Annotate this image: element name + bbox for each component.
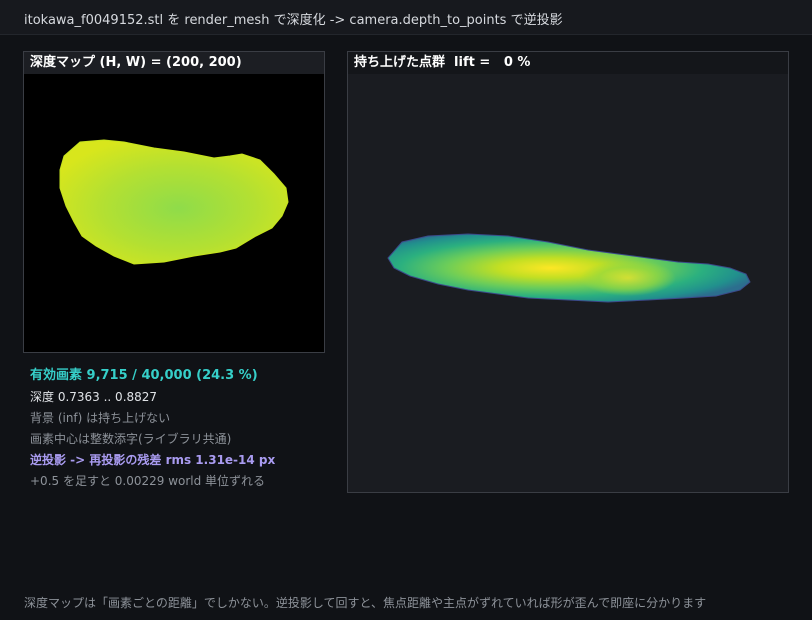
offset-note: +0.5 を足すと 0.00229 world 単位ずれる xyxy=(30,474,266,488)
window-title: itokawa_f0049152.stl を render_mesh で深度化 … xyxy=(24,13,563,28)
lift-label: 持ち上げた点群 lift = xyxy=(354,55,495,70)
title-bar: itokawa_f0049152.stl を render_mesh で深度化 … xyxy=(0,0,812,35)
background-note: 背景 (inf) は持ち上げない xyxy=(30,411,171,425)
point-cloud-view[interactable] xyxy=(348,52,788,492)
depth-map-label: 深度マップ (H, W) = (200, 200) xyxy=(24,52,324,74)
reprojection-residual-stat: 逆投影 -> 再投影の残差 rms 1.31e-14 px xyxy=(30,453,276,467)
valid-pixels-stat: 有効画素 9,715 / 40,000 (24.3 %) xyxy=(30,368,258,383)
depth-range-stat: 深度 0.7363 .. 0.8827 xyxy=(30,390,158,404)
point-cloud-label: 持ち上げた点群 lift = 0 % xyxy=(348,52,788,74)
pixel-center-note: 画素中心は整数添字(ライブラリ共通) xyxy=(30,432,232,446)
stats-panel: 有効画素 9,715 / 40,000 (24.3 %) 深度 0.7363 .… xyxy=(30,366,330,492)
point-cloud-highlight xyxy=(580,260,676,296)
depth-map-image xyxy=(24,52,324,352)
point-cloud-panel[interactable]: 持ち上げた点群 lift = 0 % xyxy=(347,51,789,493)
lift-value: 0 % xyxy=(494,55,531,70)
depth-map-panel: 深度マップ (H, W) = (200, 200) xyxy=(23,51,325,353)
asteroid-point-cloud xyxy=(387,233,751,303)
footer-note: 深度マップは「画素ごとの距離」でしかない。逆投影して回すと、焦点距離や主点がずれ… xyxy=(24,596,707,610)
